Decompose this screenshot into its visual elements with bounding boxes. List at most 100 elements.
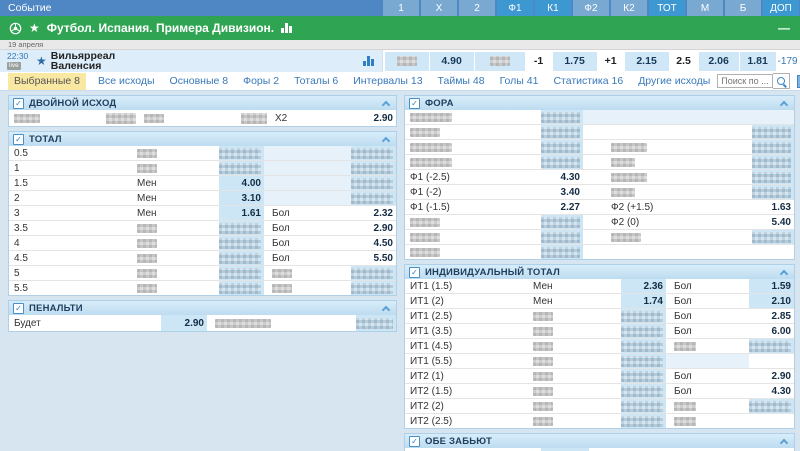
odds-cell[interactable] <box>749 399 794 413</box>
odds-cell[interactable] <box>219 236 264 250</box>
odds-cell[interactable]: 1.61 <box>219 206 264 220</box>
minimize-icon[interactable]: — <box>778 21 790 35</box>
league-stats-icon[interactable] <box>281 23 292 33</box>
collapse-chevron-icon[interactable] <box>780 268 788 276</box>
odds-cell[interactable] <box>752 185 794 199</box>
odds-cell[interactable]: 2.32 <box>351 206 396 220</box>
odds-cell[interactable]: 2.90 <box>352 110 396 126</box>
column-button-к2[interactable]: К2 <box>611 0 647 16</box>
odds-cell[interactable] <box>752 170 794 184</box>
odds-cell[interactable] <box>752 155 794 169</box>
odds-cell[interactable]: 1.59 <box>749 279 794 293</box>
match-stats-icon[interactable] <box>363 56 374 66</box>
column-button-м[interactable]: М <box>687 0 723 16</box>
odds-cell[interactable] <box>385 52 429 71</box>
odds-cell[interactable] <box>219 251 264 265</box>
odds-cell[interactable] <box>351 266 396 280</box>
collapse-chevron-icon[interactable] <box>780 99 788 107</box>
odds-cell[interactable] <box>541 140 583 154</box>
odds-cell[interactable] <box>541 110 583 124</box>
odds-cell[interactable] <box>351 146 396 160</box>
column-button-доп[interactable]: ДОП <box>763 0 799 16</box>
odds-cell[interactable]: 1.81 <box>740 52 776 71</box>
odds-cell[interactable]: 5.40 <box>752 215 794 229</box>
odds-cell[interactable] <box>621 354 666 368</box>
odds-cell[interactable] <box>351 161 396 175</box>
favorite-star-icon[interactable]: ★ <box>29 21 40 35</box>
odds-cell[interactable] <box>97 110 139 126</box>
checkbox-icon[interactable]: ✓ <box>409 98 420 109</box>
odds-cell[interactable] <box>351 281 396 295</box>
odds-cell[interactable]: 1.75 <box>553 52 597 71</box>
odds-cell[interactable]: 2.85 <box>749 309 794 323</box>
match-favorite-star-icon[interactable]: ★ <box>36 54 47 68</box>
tab-все-исходы[interactable]: Все исходы <box>98 73 155 90</box>
odds-cell[interactable] <box>621 384 666 398</box>
tab-статистика-16[interactable]: Статистика 16 <box>553 73 623 90</box>
checkbox-icon[interactable]: ✓ <box>13 303 24 314</box>
odds-cell[interactable] <box>228 110 270 126</box>
odds-cell[interactable] <box>621 414 666 428</box>
search-input[interactable] <box>717 74 773 88</box>
column-button-ф2[interactable]: Ф2 <box>573 0 609 16</box>
odds-cell[interactable]: 2.90 <box>351 221 396 235</box>
collapse-chevron-icon[interactable] <box>382 304 390 312</box>
odds-cell[interactable]: 2.27 <box>541 200 583 214</box>
odds-cell[interactable]: 1.63 <box>752 200 794 214</box>
odds-cell[interactable] <box>219 266 264 280</box>
odds-cell[interactable]: 2.90 <box>161 315 207 331</box>
tab-таймы-48[interactable]: Таймы 48 <box>438 73 485 90</box>
tab-выбранные-8[interactable]: Выбранные 8 <box>8 73 86 90</box>
tab-тоталы-6[interactable]: Тоталы 6 <box>294 73 338 90</box>
collapse-chevron-icon[interactable] <box>382 135 390 143</box>
odds-cell[interactable] <box>749 339 794 353</box>
odds-cell[interactable]: 3.10 <box>219 191 264 205</box>
tab-основные-8[interactable]: Основные 8 <box>170 73 229 90</box>
search-button[interactable] <box>773 73 790 89</box>
odds-cell[interactable] <box>351 176 396 190</box>
odds-cell[interactable] <box>541 125 583 139</box>
odds-cell[interactable]: 6.00 <box>749 324 794 338</box>
odds-cell[interactable] <box>541 245 583 259</box>
column-button-1[interactable]: 1 <box>383 0 419 16</box>
column-button-2[interactable]: 2 <box>459 0 495 16</box>
odds-cell[interactable] <box>219 146 264 160</box>
odds-cell[interactable] <box>219 281 264 295</box>
tab-голы-41[interactable]: Голы 41 <box>500 73 539 90</box>
odds-cell[interactable]: 2.90 <box>749 369 794 383</box>
odds-cell[interactable]: 4.90 <box>430 52 474 71</box>
other-outcomes-link[interactable]: Другие исходы <box>638 75 710 87</box>
odds-cell[interactable]: 1.74 <box>621 294 666 308</box>
odds-cell[interactable]: 4.00 <box>219 176 264 190</box>
odds-cell[interactable] <box>752 230 794 244</box>
odds-cell[interactable]: 4.30 <box>749 384 794 398</box>
odds-cell[interactable] <box>356 315 396 331</box>
odds-cell[interactable] <box>752 140 794 154</box>
column-button-тот[interactable]: ТОТ <box>649 0 685 16</box>
tab-интервалы-13[interactable]: Интервалы 13 <box>353 73 422 90</box>
odds-cell[interactable]: 2.36 <box>621 279 666 293</box>
checkbox-icon[interactable]: ✓ <box>409 436 420 447</box>
column-button-ф1[interactable]: Ф1 <box>497 0 533 16</box>
odds-cell[interactable] <box>621 339 666 353</box>
odds-cell[interactable] <box>541 215 583 229</box>
odds-cell[interactable] <box>621 399 666 413</box>
checkbox-icon[interactable]: ✓ <box>13 134 24 145</box>
odds-cell[interactable]: 4.50 <box>351 236 396 250</box>
odds-cell[interactable]: 4.30 <box>541 170 583 184</box>
odds-cell[interactable] <box>621 369 666 383</box>
tab-форы-2[interactable]: Форы 2 <box>243 73 279 90</box>
collapse-chevron-icon[interactable] <box>780 437 788 445</box>
odds-cell[interactable] <box>621 309 666 323</box>
odds-cell[interactable]: 2.15 <box>625 52 669 71</box>
odds-cell[interactable]: 2.06 <box>699 52 739 71</box>
odds-cell[interactable] <box>219 221 264 235</box>
odds-cell[interactable]: 5.50 <box>351 251 396 265</box>
odds-cell[interactable] <box>351 191 396 205</box>
checkbox-icon[interactable]: ✓ <box>13 98 24 109</box>
odds-cell[interactable]: 3.40 <box>541 185 583 199</box>
column-button-б[interactable]: Б <box>725 0 761 16</box>
checkbox-icon[interactable]: ✓ <box>409 267 420 278</box>
odds-cell[interactable] <box>219 161 264 175</box>
column-button-к1[interactable]: К1 <box>535 0 571 16</box>
